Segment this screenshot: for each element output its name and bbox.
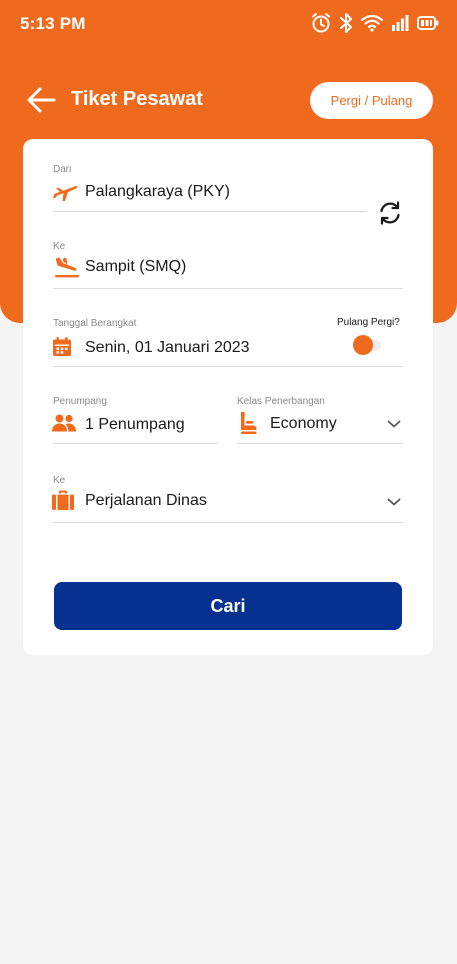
destination-value[interactable]: Sampit (SMQ) (85, 258, 186, 276)
cabin-class-underline (237, 443, 403, 444)
trip-type-button[interactable]: Pergi / Pulang (310, 82, 433, 119)
origin-value[interactable]: Palangkaraya (PKY) (85, 183, 230, 201)
round-trip-toggle-knob (353, 335, 373, 355)
purpose-value[interactable]: Perjalanan Dinas (85, 492, 207, 510)
chevron-down-icon[interactable] (387, 419, 401, 429)
plane-arrival-icon (55, 257, 79, 278)
passengers-label: Penumpang (53, 396, 107, 407)
departure-date-value[interactable]: Senin, 01 Januari 2023 (85, 339, 250, 357)
bluetooth-icon (340, 13, 352, 33)
purpose-underline (53, 522, 403, 523)
arrow-left-icon (27, 87, 56, 113)
status-bar: 5:13 PM (0, 0, 457, 48)
status-icons (311, 12, 439, 34)
page-title: Tiket Pesawat (71, 88, 203, 110)
swap-route-button[interactable] (377, 200, 403, 226)
status-time: 5:13 PM (20, 14, 86, 33)
back-button[interactable] (26, 86, 58, 114)
departure-date-label: Tanggal Berangkat (53, 318, 137, 329)
app-bar: Tiket Pesawat Pergi / Pulang (0, 78, 457, 124)
chevron-down-icon[interactable] (387, 497, 401, 507)
calendar-icon (53, 337, 71, 356)
signal-icon (392, 15, 409, 31)
departure-date-underline (53, 366, 403, 367)
search-button[interactable]: Cari (54, 582, 402, 630)
swap-icon (380, 201, 400, 225)
destination-label: Ke (53, 241, 66, 252)
search-form-card: Dari Palangkaraya (PKY) Ke Sampit (SMQ) … (23, 139, 433, 655)
seat-icon (241, 412, 257, 434)
plane-departure-icon (53, 185, 78, 201)
cabin-class-label: Kelas Penerbangan (237, 396, 325, 407)
cabin-class-value[interactable]: Economy (270, 415, 337, 433)
briefcase-icon (52, 490, 74, 510)
passengers-value[interactable]: 1 Penumpang (85, 416, 185, 434)
battery-icon (417, 16, 439, 30)
wifi-icon (361, 14, 383, 32)
alarm-icon (312, 13, 330, 33)
purpose-label: Ke (53, 475, 66, 486)
round-trip-toggle[interactable] (353, 335, 382, 355)
destination-underline (53, 288, 403, 289)
origin-label: Dari (53, 164, 72, 175)
round-trip-label: Pulang Pergi? (337, 317, 400, 328)
users-icon (52, 414, 76, 432)
passengers-underline (53, 443, 218, 444)
origin-underline (53, 211, 367, 212)
